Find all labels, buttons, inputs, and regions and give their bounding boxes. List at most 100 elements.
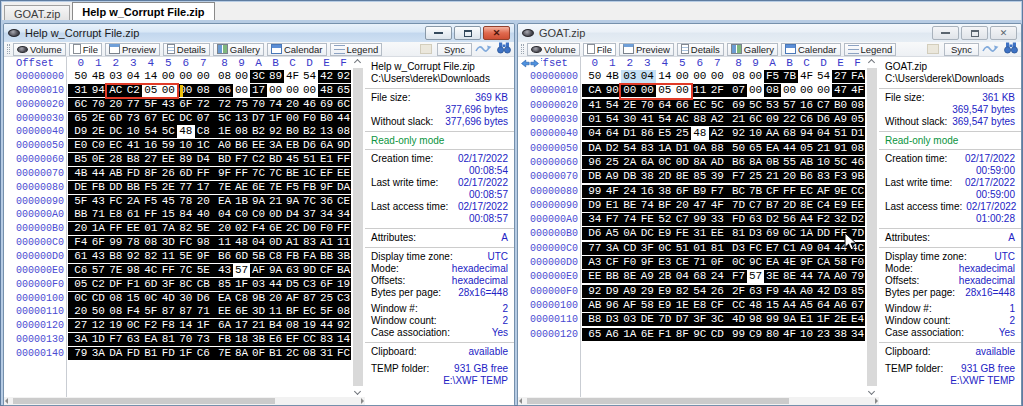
hex-byte[interactable]: BC [730,185,747,198]
hex-byte[interactable]: 65 [586,328,604,341]
hex-byte[interactable]: 44 [798,270,815,283]
hex-byte[interactable]: 67 [849,299,865,312]
hex-byte[interactable]: 04 [815,127,832,140]
hex-byte[interactable]: 8A [691,156,709,169]
hex-byte[interactable]: C0 [250,208,267,221]
hex-byte[interactable]: 9F [639,256,657,269]
gallery-mode-button[interactable]: Gallery [213,43,264,56]
binoculars-search-icon[interactable] [1004,42,1018,57]
hex-byte[interactable]: 6C [72,98,90,111]
sync-button[interactable]: Sync [437,43,472,56]
preview-mode-button[interactable]: Preview [105,43,160,56]
hex-byte[interactable]: 00 [709,70,727,83]
hex-byte[interactable]: 01 [142,222,160,235]
hex-byte[interactable]: 4F [849,84,865,97]
hex-byte[interactable]: 15 [764,299,781,312]
hex-byte[interactable]: 85 [691,170,709,183]
hex-byte[interactable]: DE [639,313,657,326]
hex-byte[interactable]: 5C [216,112,233,125]
hex-byte[interactable]: 5E [177,250,195,263]
hex-byte[interactable]: 0C [125,319,143,332]
hex-byte[interactable]: 5C [747,99,764,112]
scroll-down-arrow[interactable] [868,388,875,395]
hex-byte[interactable]: 4B [72,167,90,180]
hex-byte[interactable]: 92 [586,285,604,298]
hex-byte[interactable]: BB [125,181,143,194]
hex-byte[interactable]: 77 [125,98,143,111]
hex-byte[interactable]: AA [764,127,781,140]
hex-byte[interactable]: D9 [586,199,604,212]
hex-byte[interactable]: 00 [284,84,301,97]
hex-byte[interactable]: 33 [709,213,727,226]
hex-byte[interactable]: 34 [849,328,865,341]
hex-byte[interactable]: 08 [195,84,213,97]
hex-byte[interactable]: D7 [250,112,267,125]
hex-byte[interactable]: EF [318,167,335,180]
hex-byte[interactable]: 10 [815,156,832,169]
hex-byte[interactable]: 85 [849,285,865,298]
hex-byte[interactable]: 16 [639,185,657,198]
hex-byte[interactable]: E0 [72,139,90,152]
hex-byte[interactable]: 5F [142,305,160,318]
hex-byte[interactable]: 9B [250,292,267,305]
hex-byte[interactable]: 72 [195,98,213,111]
hex-byte[interactable]: CE [674,256,692,269]
hex-byte[interactable]: 5B [250,250,267,263]
scroll-right-arrow[interactable] [875,398,878,404]
hex-byte[interactable]: 4E [781,256,798,269]
hex-byte[interactable]: A0 [798,285,815,298]
hex-byte[interactable]: E8 [691,299,709,312]
hex-byte[interactable]: AB [798,156,815,169]
vertical-scrollbar[interactable] [351,57,365,397]
hex-byte[interactable]: 2B [656,270,674,283]
hex-byte[interactable]: FD [125,347,143,360]
hex-byte[interactable]: 4F [604,185,622,198]
hex-byte[interactable]: 19 [301,319,318,332]
details-mode-button[interactable]: Details [163,43,210,56]
hex-byte[interactable]: 50 [586,70,604,83]
hex-byte[interactable]: 5C [709,99,727,112]
hex-byte[interactable]: C6 [798,113,815,126]
hex-byte[interactable]: E6 [267,333,284,346]
hex-byte[interactable]: 75 [233,98,250,111]
hex-byte[interactable]: 2C [284,222,301,235]
hex-byte[interactable]: 92 [335,319,351,332]
hex-byte[interactable]: D2 [764,213,781,226]
hex-byte[interactable]: 07 [730,84,747,97]
hex-byte[interactable]: 00 [747,84,764,97]
hex-byte[interactable]: 7C [301,195,318,208]
hex-byte[interactable]: A2 [709,113,727,126]
minimize-button[interactable] [425,26,452,40]
hex-byte[interactable]: A1 [284,236,301,249]
hex-byte[interactable]: 00 [815,84,832,97]
hex-byte[interactable]: 1A [656,142,674,155]
hex-byte[interactable]: 5F [72,195,90,208]
hex-byte[interactable]: 08 [335,125,351,138]
hex-byte[interactable]: 0E [90,153,108,166]
hex-byte[interactable]: 43 [216,264,233,277]
hex-byte[interactable]: B8 [125,153,143,166]
hex-byte[interactable]: 96 [604,299,622,312]
hex-byte[interactable]: 5F [318,305,335,318]
hex-byte[interactable]: CB [195,278,213,291]
hex-byte[interactable]: 61 [125,208,143,221]
hex-byte[interactable]: 6F [674,185,692,198]
hex-byte[interactable]: F8 [160,319,178,332]
hex-byte[interactable]: 08 [216,70,233,83]
hex-byte[interactable]: 11 [691,84,709,97]
hex-byte[interactable]: 65 [335,84,351,97]
hex-byte[interactable]: CD [621,242,639,255]
hex-byte[interactable]: 43 [160,98,178,111]
hex-byte[interactable]: B5 [72,153,90,166]
hex-byte[interactable]: 57 [747,270,764,283]
hex-byte[interactable]: 81 [709,242,727,255]
hex-byte[interactable]: 21 [267,195,284,208]
hex-byte[interactable]: 20 [267,292,284,305]
hex-byte[interactable]: DD [107,181,125,194]
details-mode-button[interactable]: Details [677,43,724,56]
hex-byte[interactable]: 99 [691,213,709,226]
hex-byte[interactable]: 64 [656,99,674,112]
hex-byte[interactable]: 0B [764,156,781,169]
hex-byte[interactable]: A3 [586,256,604,269]
hex-byte[interactable]: 6C [335,98,351,111]
